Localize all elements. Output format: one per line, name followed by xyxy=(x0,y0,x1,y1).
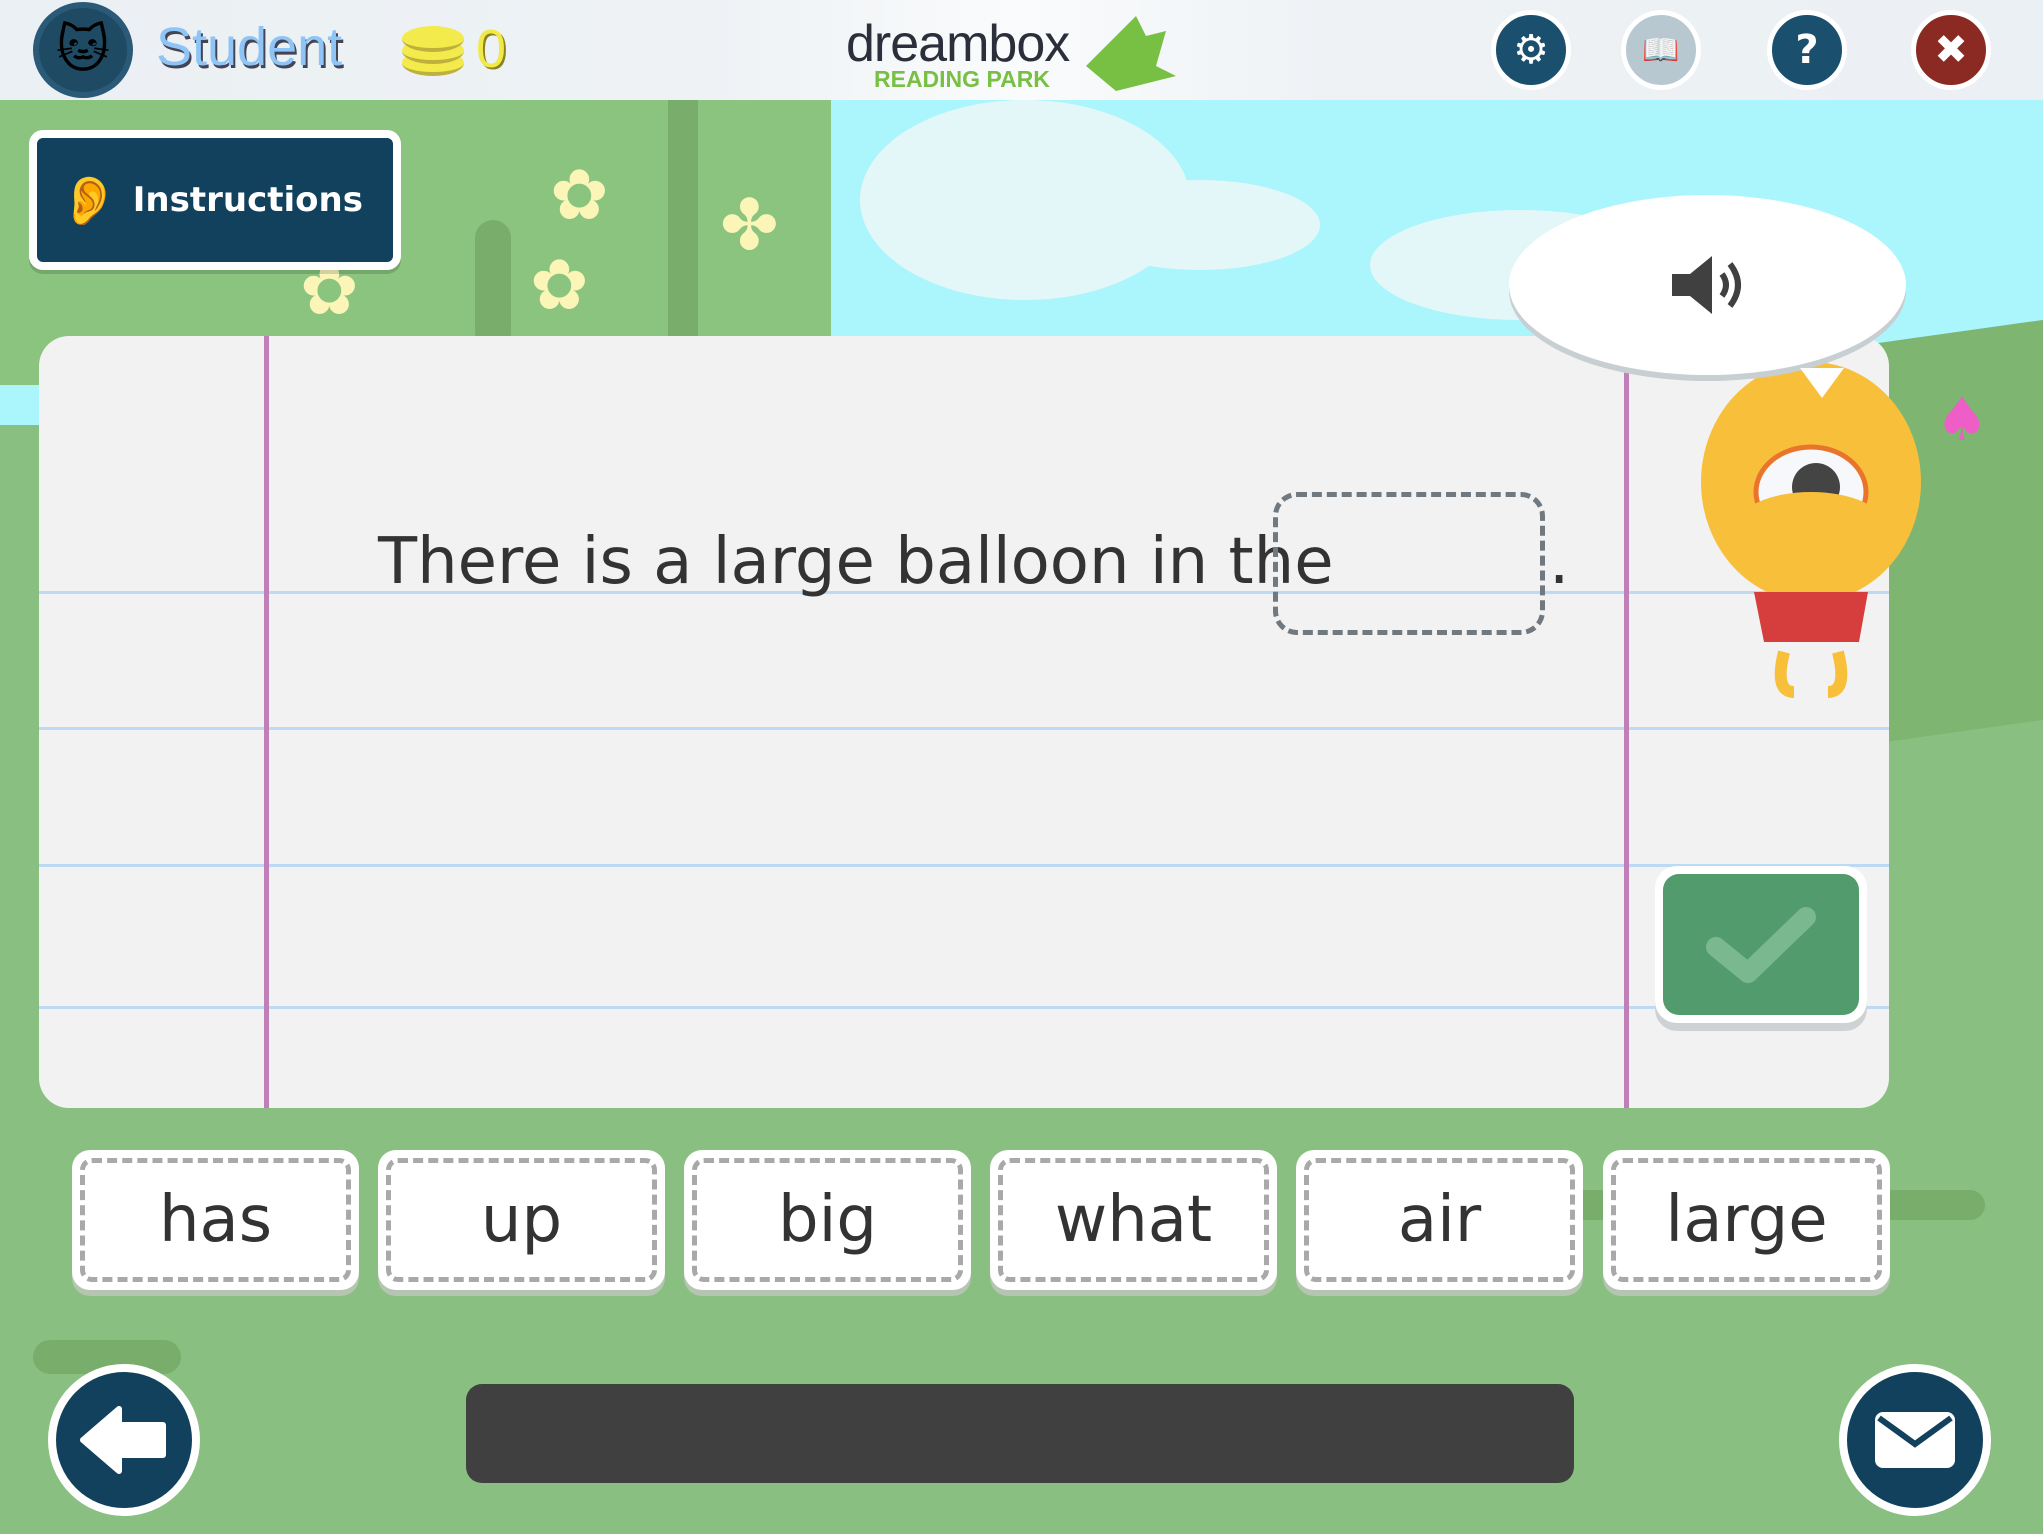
question-icon: ? xyxy=(1795,27,1819,73)
logo-subtitle: READING PARK xyxy=(874,66,1050,92)
avatar[interactable]: 🐱 xyxy=(33,2,133,98)
tulip: ♠ xyxy=(1935,385,1989,455)
book-button[interactable]: 📖 xyxy=(1621,10,1701,90)
tree-trunk xyxy=(475,220,511,350)
username: Student xyxy=(156,17,343,77)
word-label: big xyxy=(692,1158,963,1282)
sentence-period: . xyxy=(1549,525,1570,599)
tree-trunk xyxy=(668,100,698,340)
coin-count: 0 xyxy=(476,19,507,79)
word-tile-big[interactable]: big xyxy=(684,1150,971,1290)
coins-icon xyxy=(402,22,464,78)
notebook-paper xyxy=(39,336,1889,1108)
word-tile-air[interactable]: air xyxy=(1296,1150,1583,1290)
cloud xyxy=(1080,180,1320,270)
settings-button[interactable]: ⚙ xyxy=(1491,10,1571,90)
word-label: has xyxy=(80,1158,351,1282)
instructions-label: Instructions xyxy=(132,180,363,220)
book-bird-logo-icon xyxy=(1086,16,1176,91)
logo-word: dreambox xyxy=(846,15,1070,73)
cat-avatar-icon: 🐱 xyxy=(55,20,111,80)
back-arrow-icon xyxy=(80,1406,166,1474)
word-tile-has[interactable]: has xyxy=(72,1150,359,1290)
instructions-button[interactable]: 👂 Instructions xyxy=(29,130,401,270)
envelope-icon xyxy=(1875,1412,1955,1468)
monster-character xyxy=(1694,352,1928,704)
flower: ✿ xyxy=(530,244,589,326)
word-label: large xyxy=(1611,1158,1882,1282)
back-button[interactable] xyxy=(48,1364,200,1516)
bubble-tail xyxy=(1800,368,1844,398)
check-answer-button[interactable] xyxy=(1655,866,1867,1023)
logo: dreambox READING PARK xyxy=(846,14,1196,94)
word-label: air xyxy=(1304,1158,1575,1282)
answer-blank-dropzone[interactable] xyxy=(1273,492,1545,635)
speaker-icon xyxy=(1671,256,1741,314)
ear-icon: 👂 xyxy=(59,172,119,229)
close-button[interactable]: ✖ xyxy=(1911,10,1991,90)
word-label: what xyxy=(998,1158,1269,1282)
word-tile-up[interactable]: up xyxy=(378,1150,665,1290)
flower: ✤ xyxy=(720,184,779,266)
sentence-text: There is a large balloon in the xyxy=(378,525,1334,599)
top-bar: 🐱 Student 0 dreambox READING PARK ⚙ 📖 ? … xyxy=(0,0,2043,100)
book-icon: 📖 xyxy=(1642,32,1680,68)
close-icon: ✖ xyxy=(1934,27,1968,73)
gear-icon: ⚙ xyxy=(1513,27,1549,73)
mail-button[interactable] xyxy=(1839,1364,1991,1516)
flower: ✿ xyxy=(550,154,609,236)
progress-bar xyxy=(466,1384,1574,1483)
help-button[interactable]: ? xyxy=(1767,10,1847,90)
word-label: up xyxy=(386,1158,657,1282)
checkmark-icon xyxy=(1706,906,1816,983)
audio-speech-bubble[interactable] xyxy=(1509,195,1906,375)
word-tile-what[interactable]: what xyxy=(990,1150,1277,1290)
word-tile-large[interactable]: large xyxy=(1603,1150,1890,1290)
